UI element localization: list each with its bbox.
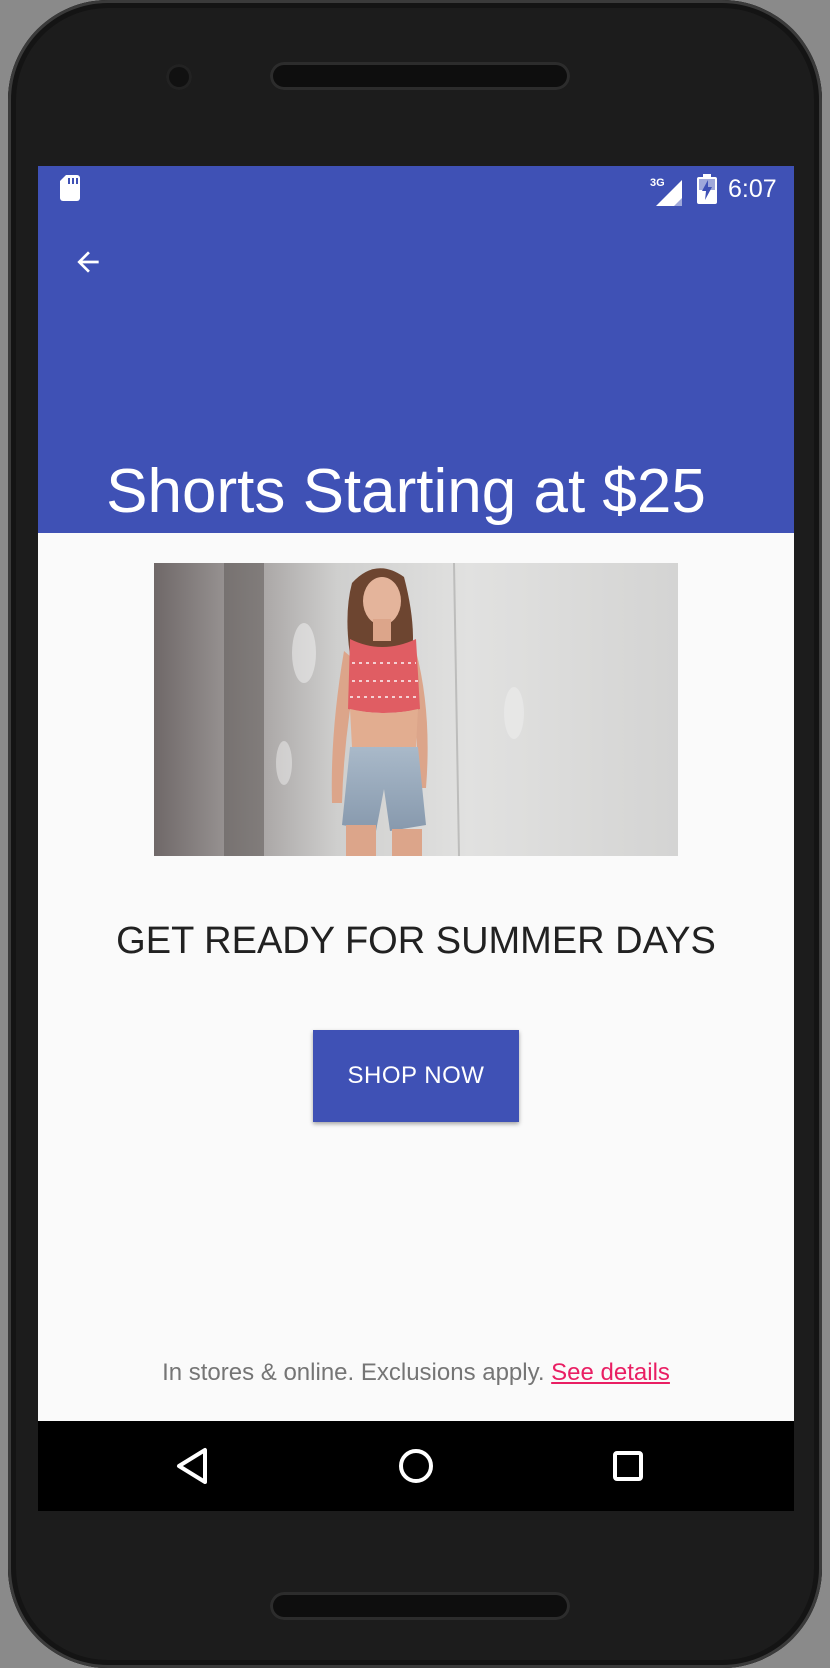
page-title: Shorts Starting at $25 <box>106 457 706 526</box>
sd-card-icon <box>60 175 80 201</box>
app-bar: Shorts Starting at $25 <box>38 212 794 533</box>
front-camera <box>166 64 192 90</box>
hero-image <box>154 563 678 856</box>
model-photo <box>154 563 678 856</box>
see-details-link[interactable]: See details <box>551 1359 670 1386</box>
footer-text: In stores & online. Exclusions apply. <box>162 1359 552 1386</box>
nav-back-button[interactable] <box>163 1436 223 1496</box>
network-type-label: 3G <box>650 177 665 189</box>
earpiece-speaker <box>270 62 570 90</box>
back-triangle-icon <box>177 1448 207 1484</box>
status-clock: 6:07 <box>728 175 777 203</box>
nav-recents-button[interactable] <box>598 1436 658 1496</box>
status-bar: 3G 6:07 <box>38 166 794 212</box>
shop-now-button[interactable]: SHOP NOW <box>313 1030 519 1122</box>
back-button[interactable] <box>60 234 116 290</box>
screen: 3G 6:07 Shorts Starting at $25 GET READY… <box>38 166 794 1511</box>
recents-square-icon <box>613 1451 643 1481</box>
headline: GET READY FOR SUMMER DAYS <box>116 920 716 962</box>
home-circle-icon <box>399 1449 433 1483</box>
navigation-bar <box>38 1421 794 1511</box>
cellular-signal-icon: 3G <box>650 177 682 206</box>
battery-charging-icon <box>697 174 717 204</box>
footer-note: In stores & online. Exclusions apply. Se… <box>38 1358 794 1388</box>
arrow-back-icon <box>77 251 99 273</box>
bottom-speaker <box>270 1592 570 1620</box>
nav-home-button[interactable] <box>386 1436 446 1496</box>
